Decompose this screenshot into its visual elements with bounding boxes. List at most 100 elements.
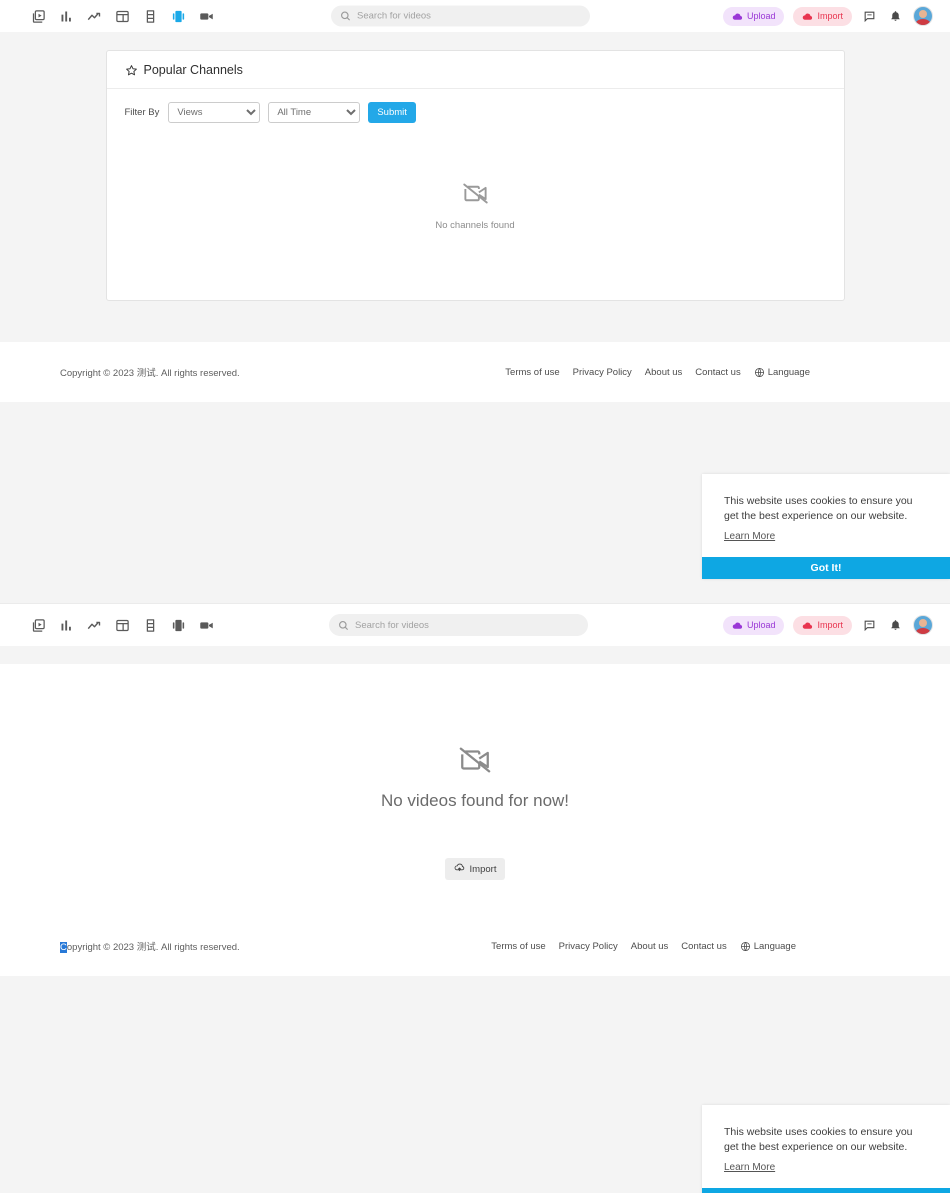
- language-label: Language: [767, 366, 810, 378]
- language-selector-2[interactable]: Language: [740, 941, 796, 952]
- chat-bubble-icon[interactable]: [861, 8, 878, 25]
- cookie-text: This website uses cookies to ensure you …: [724, 495, 913, 523]
- cookie-learn-more-link-2[interactable]: Learn More: [724, 1162, 775, 1173]
- video-library-icon[interactable]: [31, 9, 46, 24]
- nav-actions-2: Upload Import: [722, 615, 933, 635]
- trending-up-icon[interactable]: [87, 9, 102, 24]
- upload-button-2[interactable]: Upload: [722, 615, 785, 635]
- content-gap: [0, 646, 950, 664]
- video-camera-icon[interactable]: [199, 618, 214, 633]
- footer-links: Terms of use Privacy Policy About us Con…: [505, 367, 810, 378]
- nav-actions: Upload Import: [722, 6, 933, 26]
- globe-icon: [754, 367, 765, 378]
- cookie-consent-banner-1: This website uses cookies to ensure you …: [702, 474, 950, 580]
- nav-icon-group: [31, 9, 214, 24]
- footer-2: Copyright © 2023 测试. All rights reserved…: [0, 916, 950, 976]
- footer-link-terms[interactable]: Terms of use: [505, 367, 559, 378]
- page-title: Popular Channels: [143, 63, 243, 77]
- cloud-upload-icon: [732, 11, 743, 22]
- chat-bubble-icon[interactable]: [861, 617, 878, 634]
- filter-toolbar: Filter By Views All Time Submit: [107, 89, 844, 136]
- top-navbar: Upload Import: [0, 0, 950, 32]
- cookie-accept-button[interactable]: Got It!: [702, 557, 950, 580]
- card-header: Popular Channels: [106, 51, 844, 89]
- search-input[interactable]: [357, 10, 581, 22]
- cookie-accept-button-2[interactable]: Got It!: [702, 1188, 950, 1193]
- search-icon: [338, 620, 349, 631]
- import-button[interactable]: Import: [793, 6, 852, 26]
- avatar[interactable]: [913, 615, 933, 635]
- copyright-text-2: Copyright © 2023 测试. All rights reserved…: [60, 939, 240, 953]
- cloud-upload-arrow-icon: [454, 862, 465, 876]
- footer-link-terms[interactable]: Terms of use: [491, 941, 545, 952]
- bar-chart-icon[interactable]: [59, 9, 74, 24]
- main-content-1: Popular Channels Filter By Views All Tim…: [0, 32, 950, 342]
- video-camera-icon[interactable]: [199, 9, 214, 24]
- filter-metric-select[interactable]: Views: [168, 102, 261, 123]
- footer-link-about[interactable]: About us: [631, 941, 669, 952]
- language-label: Language: [753, 940, 796, 952]
- search-bar-2[interactable]: [329, 614, 588, 636]
- cloud-download-icon: [802, 11, 813, 22]
- globe-icon: [740, 941, 751, 952]
- footer-link-about[interactable]: About us: [645, 367, 683, 378]
- film-reel-icon[interactable]: [171, 9, 186, 24]
- videos-empty-title: No videos found for now!: [380, 791, 570, 810]
- selected-character: C: [60, 942, 67, 953]
- copyright-text: Copyright © 2023 测试. All rights reserved…: [60, 368, 240, 379]
- footer-1: Copyright © 2023 测试. All rights reserved…: [0, 342, 950, 402]
- viewport-capture-2: Upload Import No videos found for now!: [0, 604, 950, 1193]
- copyright-rest: opyright © 2023 测试. All rights reserved.: [66, 942, 240, 953]
- cookie-consent-banner-2: This website uses cookies to ensure you …: [702, 1105, 950, 1193]
- avatar[interactable]: [913, 6, 933, 26]
- video-camera-off-icon: [462, 180, 489, 212]
- grey-gap-2: This website uses cookies to ensure you …: [0, 976, 950, 1193]
- footer-link-contact[interactable]: Contact us: [695, 367, 740, 378]
- filter-period-select[interactable]: All Time: [268, 102, 361, 123]
- footer-link-contact[interactable]: Contact us: [681, 941, 726, 952]
- star-outline-icon: [125, 64, 138, 77]
- top-navbar-2: Upload Import: [0, 604, 950, 646]
- film-strip-icon[interactable]: [143, 618, 158, 633]
- footer-link-privacy[interactable]: Privacy Policy: [559, 941, 618, 952]
- filter-by-label: Filter By: [124, 107, 160, 118]
- video-camera-off-icon: [458, 743, 492, 782]
- search-icon: [340, 11, 351, 22]
- channels-empty-text: No channels found: [435, 220, 515, 231]
- bell-icon[interactable]: [887, 617, 904, 634]
- footer-links-2: Terms of use Privacy Policy About us Con…: [491, 941, 796, 952]
- upload-label: Upload: [746, 11, 776, 21]
- film-reel-icon[interactable]: [171, 618, 186, 633]
- import-label: Import: [469, 863, 497, 875]
- cloud-upload-icon: [732, 620, 743, 631]
- upload-button[interactable]: Upload: [722, 6, 785, 26]
- search-input-2[interactable]: [355, 619, 579, 631]
- bar-chart-icon[interactable]: [59, 618, 74, 633]
- import-videos-button[interactable]: Import: [444, 858, 506, 880]
- film-strip-icon[interactable]: [143, 9, 158, 24]
- layout-icon[interactable]: [115, 9, 130, 24]
- import-button-2[interactable]: Import: [793, 615, 852, 635]
- submit-button[interactable]: Submit: [368, 102, 416, 123]
- channels-empty-state: No channels found: [107, 136, 844, 271]
- bell-icon[interactable]: [887, 8, 904, 25]
- cookie-text-2: This website uses cookies to ensure you …: [724, 1126, 913, 1154]
- trending-up-icon[interactable]: [87, 618, 102, 633]
- language-selector[interactable]: Language: [754, 367, 810, 378]
- cookie-body-2: This website uses cookies to ensure you …: [702, 1105, 950, 1188]
- search-bar[interactable]: [331, 5, 590, 27]
- layout-icon[interactable]: [115, 618, 130, 633]
- nav-icon-group-2: [31, 618, 214, 633]
- cloud-download-icon: [802, 620, 813, 631]
- videos-empty-state: No videos found for now! Import: [0, 664, 950, 916]
- cookie-body: This website uses cookies to ensure you …: [702, 474, 950, 557]
- cookie-learn-more-link[interactable]: Learn More: [724, 531, 775, 542]
- import-label: Import: [817, 11, 843, 21]
- footer-link-privacy[interactable]: Privacy Policy: [573, 367, 632, 378]
- video-library-icon[interactable]: [31, 618, 46, 633]
- viewport-capture-1: Upload Import Popular Cha: [0, 0, 950, 604]
- grey-gap-1: This website uses cookies to ensure you …: [0, 402, 950, 603]
- upload-label: Upload: [746, 620, 776, 630]
- import-label: Import: [817, 620, 843, 630]
- popular-channels-card: Popular Channels Filter By Views All Tim…: [105, 50, 845, 301]
